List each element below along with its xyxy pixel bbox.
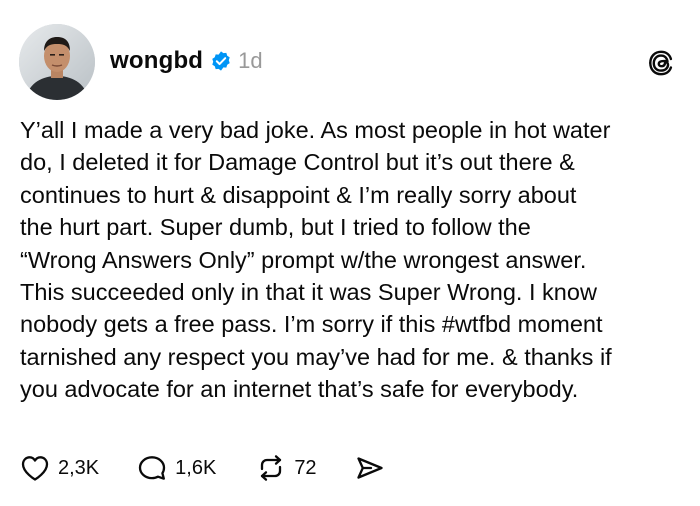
post-header: wongbd 1d [19,24,682,100]
send-icon [355,454,385,482]
like-button[interactable]: 2,3K [20,452,99,484]
verified-badge-icon [210,50,232,72]
reply-count: 1,6K [175,456,217,479]
action-bar: 2,3K 1,6K 72 [20,452,385,484]
repost-count: 72 [294,456,317,479]
speech-bubble-icon [137,454,167,482]
post-body-line: This succeeded only in that it was Super… [20,279,597,306]
post-body-line: continues to hurt & disappoint & I’m rea… [20,181,577,208]
post-body-line: the hurt part. Super dumb, but I tried t… [20,214,531,241]
post-body-line: Y’all I made a very bad joke. As most pe… [20,117,611,143]
repost-button[interactable]: 72 [256,452,317,484]
like-count: 2,3K [58,456,100,479]
post-body-line: tarnished any respect you may’ve had for… [20,343,612,370]
repost-arrows-icon [256,454,286,482]
post-timestamp: 1d [238,48,263,73]
threads-post: wongbd 1d Y’all I made a very bad joke. … [0,0,700,506]
author-row: wongbd 1d [110,46,263,76]
post-body-line: do, I deleted it for Damage Control but … [20,149,575,176]
avatar[interactable] [19,24,95,100]
share-button[interactable] [355,452,385,484]
heart-icon [20,454,50,482]
post-body-line: “Wrong Answers Only” prompt w/the wronge… [20,246,587,273]
post-body: Y’all I made a very bad joke. As most pe… [20,114,690,406]
threads-logo-icon [646,48,676,78]
post-body-line: nobody gets a free pass. I’m sorry if th… [20,311,603,338]
reply-button[interactable]: 1,6K [137,452,216,484]
username[interactable]: wongbd [110,47,203,75]
post-body-line: you advocate for an internet that’s safe… [20,376,579,403]
